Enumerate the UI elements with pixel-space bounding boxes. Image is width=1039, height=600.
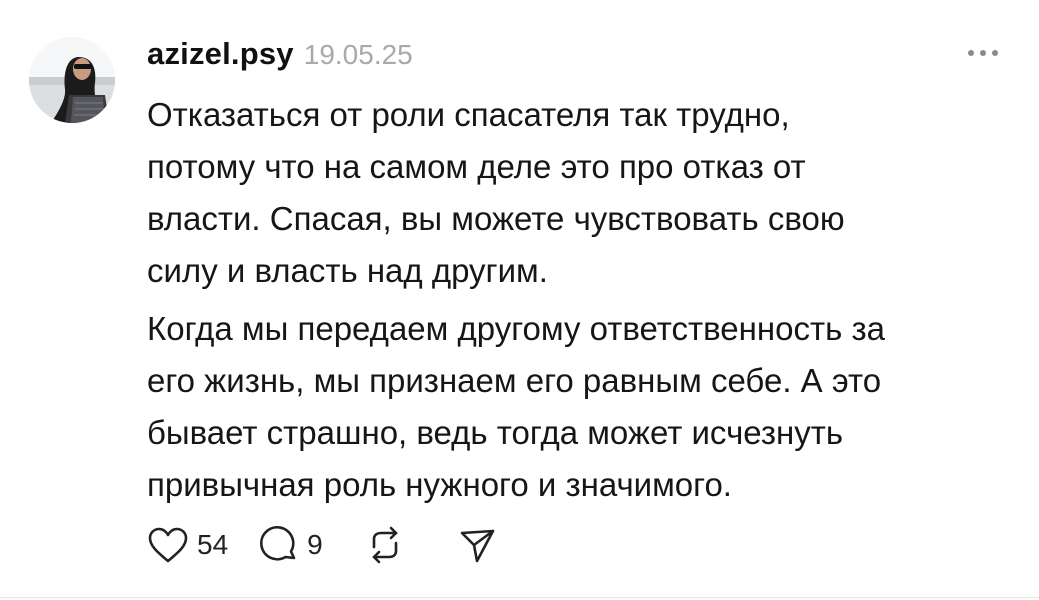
post-header: azizel.psy 19.05.25 — [147, 36, 413, 76]
text-line: силу и власть над другим. — [147, 252, 548, 289]
username[interactable]: azizel.psy — [147, 36, 294, 72]
like-button[interactable]: 54 — [146, 525, 228, 565]
avatar-photo — [29, 37, 115, 123]
text-line: бывает страшно, ведь тогда может исчезну… — [147, 414, 844, 451]
action-bar: 54 9 — [146, 523, 497, 567]
post-body: Отказаться от роли спасателя так трудно,… — [147, 89, 1017, 517]
text-line: Отказаться от роли спасателя так трудно, — [147, 96, 790, 133]
text-line: привычная роль нужного и значимого. — [147, 466, 732, 503]
divider — [0, 597, 1039, 598]
post-card: azizel.psy 19.05.25 Отказаться от роли с… — [0, 0, 1039, 600]
reply-button[interactable]: 9 — [258, 524, 323, 566]
repost-icon — [372, 526, 398, 564]
like-count: 54 — [197, 529, 229, 560]
paragraph: Когда мы передаем другому ответственност… — [147, 303, 1017, 511]
paragraph: Отказаться от роли спасателя так трудно,… — [147, 89, 1017, 297]
repost-button[interactable] — [365, 525, 405, 565]
share-button[interactable] — [457, 525, 497, 565]
reply-count: 9 — [307, 529, 323, 560]
text-line: его жизнь, мы признаем его равным себе. … — [147, 362, 882, 399]
timestamp: 19.05.25 — [303, 39, 413, 70]
avatar[interactable] — [29, 37, 115, 123]
send-icon — [460, 529, 495, 563]
text-line: потому что на самом деле это про отказ о… — [147, 148, 806, 185]
more-options-button[interactable] — [962, 43, 1006, 63]
more-horizontal-icon — [968, 50, 998, 56]
text-line: Когда мы передаем другому ответственност… — [147, 310, 885, 347]
heart-icon — [148, 527, 188, 563]
comment-icon — [260, 525, 296, 561]
text-line: власти. Спасая, вы можете чувствовать св… — [147, 200, 845, 237]
